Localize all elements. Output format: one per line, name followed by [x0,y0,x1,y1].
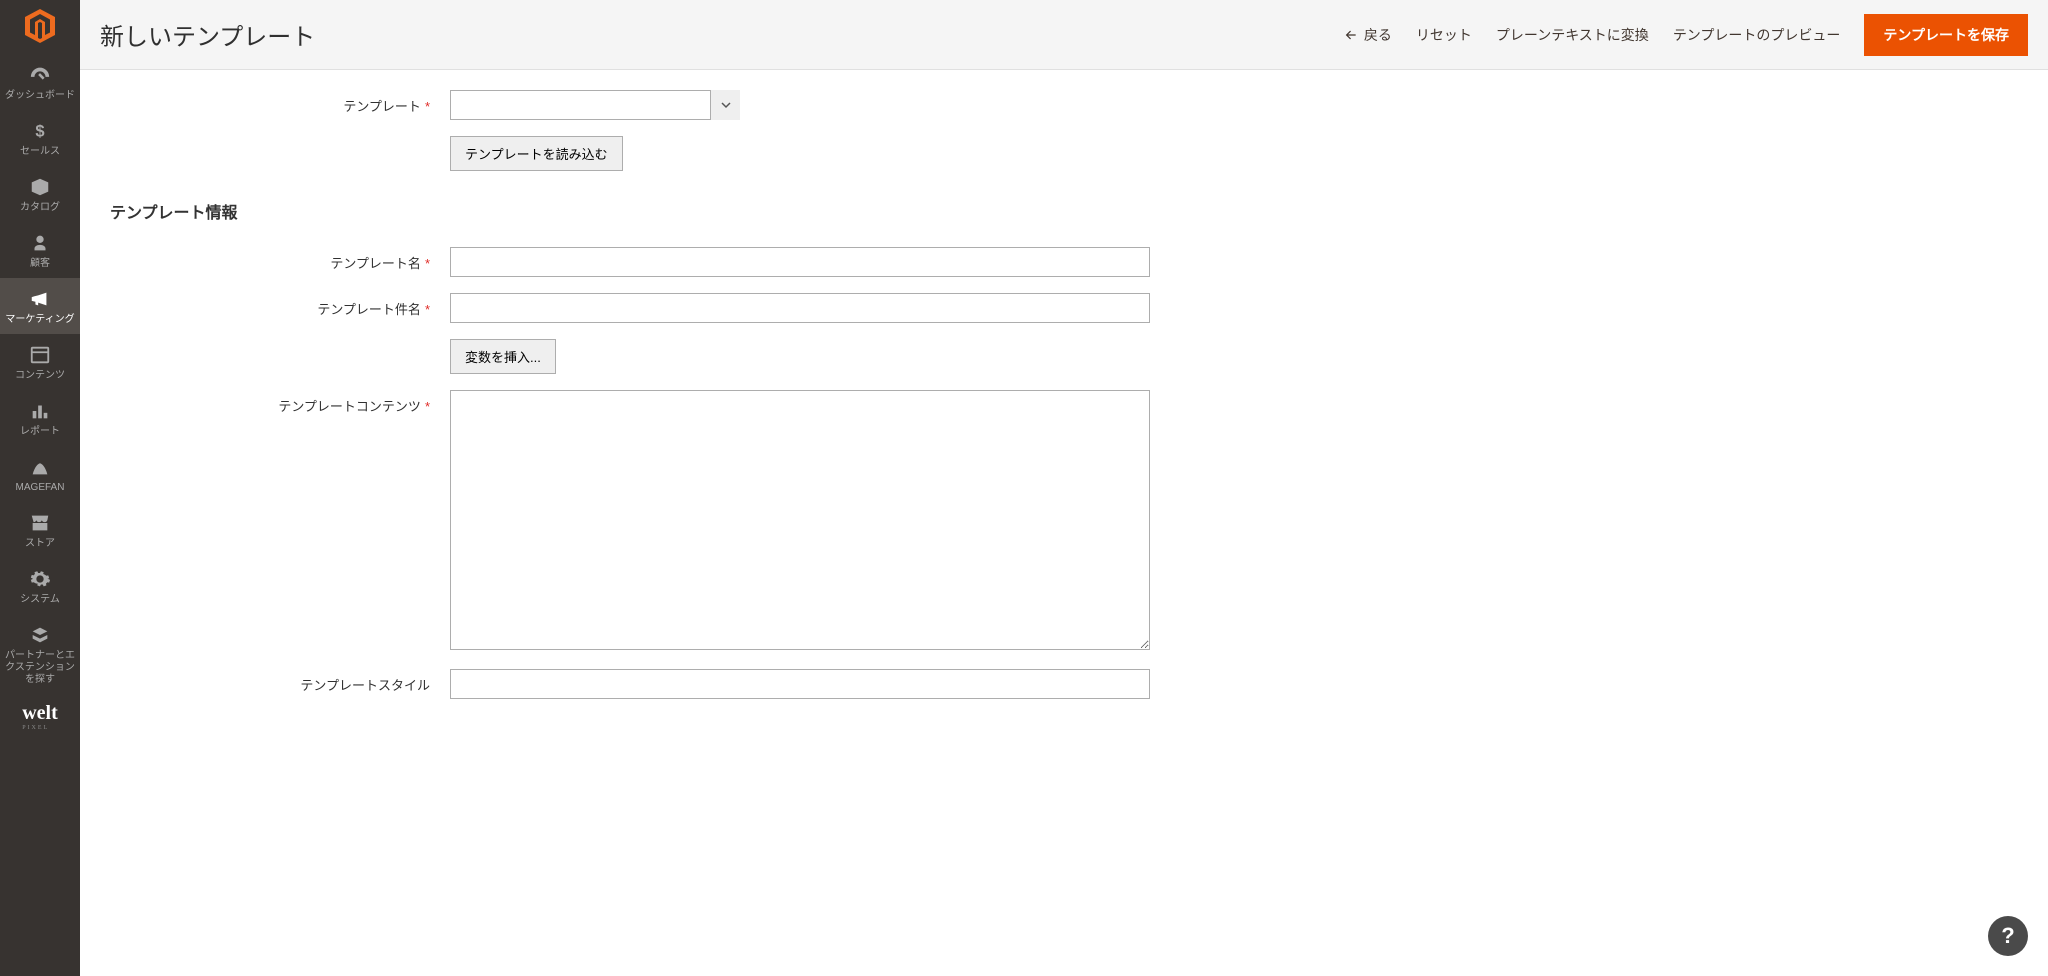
arrow-left-icon [1344,28,1358,42]
sidebar-item-label: 顧客 [2,258,78,270]
template-content-textarea[interactable] [450,390,1150,650]
save-button[interactable]: テンプレートを保存 [1864,14,2028,56]
section-title-template-info: テンプレート情報 [110,199,2018,223]
sidebar-item-partners[interactable]: パートナーとエクステンションを探す [0,614,80,694]
magento-logo[interactable] [22,8,58,44]
template-name-label: テンプレート名* [110,247,450,272]
dollar-icon: $ [29,120,51,142]
back-button[interactable]: 戻る [1344,25,1392,45]
template-select-label: テンプレート* [110,90,450,115]
help-icon: ? [2001,923,2014,949]
partners-icon [29,624,51,646]
row-template-content: テンプレートコンテンツ* [110,390,2018,653]
sidebar-item-label: セールス [2,146,78,158]
welt-brand-label: welt [22,702,58,724]
save-label: テンプレートを保存 [1883,27,2009,43]
template-select[interactable] [450,90,740,120]
sidebar-item-marketing[interactable]: マーケティング [0,278,80,334]
sidebar-item-dashboard[interactable]: ダッシュボード [0,54,80,110]
row-template-subject: テンプレート件名* [110,293,2018,323]
svg-text:$: $ [35,123,44,141]
sidebar-item-label: ダッシュボード [2,90,78,102]
preview-label: テンプレートのプレビュー [1673,25,1841,45]
sidebar-item-label: レポート [2,426,78,438]
sidebar-item-content[interactable]: コンテンツ [0,334,80,390]
admin-sidebar: ダッシュボード $ セールス カタログ 顧客 マーケティング コンテンツ レポー… [0,0,80,976]
box-icon [29,176,51,198]
sidebar-item-system[interactable]: システム [0,558,80,614]
preview-button[interactable]: テンプレートのプレビュー [1673,25,1841,45]
page-header: 新しいテンプレート 戻る リセット プレーンテキストに変換 テンプレートのプレビ… [80,0,2048,70]
welt-brand-sub: PIXEL [22,725,58,731]
help-button[interactable]: ? [1988,916,2028,956]
template-style-input[interactable] [450,669,1150,699]
template-subject-input[interactable] [450,293,1150,323]
sidebar-item-label: コンテンツ [2,370,78,382]
megaphone-icon [29,288,51,310]
required-mark: * [425,399,430,414]
sidebar-item-customers[interactable]: 顧客 [0,222,80,278]
insert-variable-button[interactable]: 変数を挿入... [450,339,556,374]
page-title: 新しいテンプレート [100,17,315,52]
sidebar-item-stores[interactable]: ストア [0,502,80,558]
magefan-icon [29,456,51,478]
row-insert-variable: 変数を挿入... [110,339,2018,374]
template-select-wrap [450,90,740,120]
required-mark: * [425,99,430,114]
row-load-template: テンプレートを読み込む [110,136,2018,171]
convert-plain-button[interactable]: プレーンテキストに変換 [1496,25,1649,45]
template-name-input[interactable] [450,247,1150,277]
bar-chart-icon [29,400,51,422]
sidebar-item-label: カタログ [2,202,78,214]
template-style-label: テンプレートスタイル [110,669,450,694]
gauge-icon [29,64,51,86]
template-subject-label: テンプレート件名* [110,293,450,318]
template-content-label: テンプレートコンテンツ* [110,390,450,415]
row-template-name: テンプレート名* [110,247,2018,277]
sidebar-item-label: パートナーとエクステンションを探す [2,650,78,686]
back-label: 戻る [1364,25,1392,45]
sidebar-item-label: システム [2,594,78,606]
store-icon [29,512,51,534]
load-template-button[interactable]: テンプレートを読み込む [450,136,623,171]
gear-icon [29,568,51,590]
sidebar-item-magefan[interactable]: MAGEFAN [0,446,80,502]
reset-label: リセット [1416,25,1472,45]
required-mark: * [425,256,430,271]
person-icon [29,232,51,254]
sidebar-item-sales[interactable]: $ セールス [0,110,80,166]
header-actions: 戻る リセット プレーンテキストに変換 テンプレートのプレビュー テンプレートを… [1344,14,2028,56]
weltpixel-brand[interactable]: welt PIXEL [22,702,58,731]
magento-logo-icon [25,9,55,43]
sidebar-item-catalog[interactable]: カタログ [0,166,80,222]
row-template-style: テンプレートスタイル [110,669,2018,699]
row-template-select: テンプレート* [110,90,2018,120]
reset-button[interactable]: リセット [1416,25,1472,45]
layout-icon [29,344,51,366]
sidebar-item-reports[interactable]: レポート [0,390,80,446]
sidebar-item-label: マーケティング [2,314,78,326]
sidebar-item-label: ストア [2,538,78,550]
sidebar-item-label: MAGEFAN [2,482,78,494]
required-mark: * [425,302,430,317]
main-content: テンプレート* テンプレートを読み込む テンプレート情報 テンプレート名* テン… [80,0,2048,755]
convert-plain-label: プレーンテキストに変換 [1496,25,1649,45]
